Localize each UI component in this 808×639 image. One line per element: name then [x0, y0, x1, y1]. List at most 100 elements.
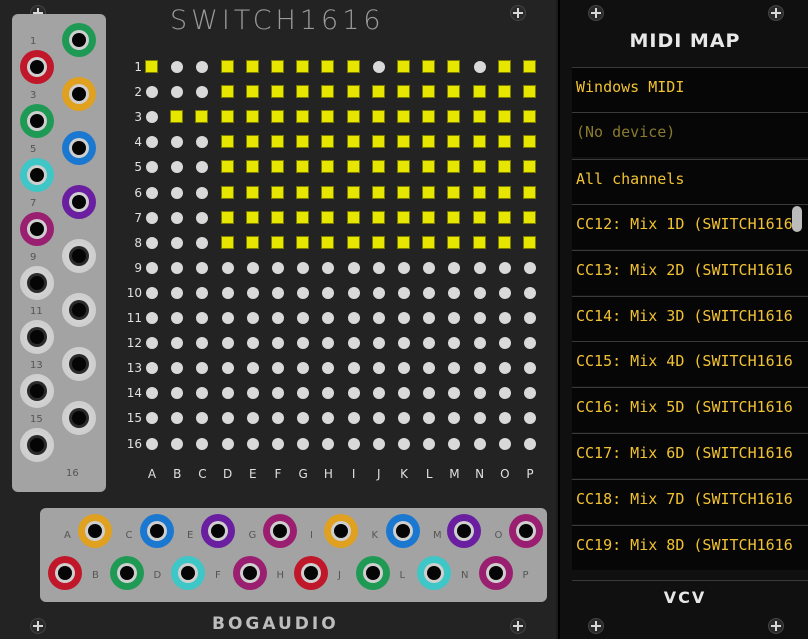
switch-cell-10N[interactable] — [473, 286, 486, 299]
switch-cell-7A[interactable] — [146, 211, 158, 224]
switch-cell-5D[interactable] — [221, 161, 233, 173]
switch-cell-10E[interactable] — [246, 286, 259, 299]
switch-cell-15B[interactable] — [171, 412, 184, 425]
switch-cell-5J[interactable] — [372, 161, 384, 173]
switch-cell-12P[interactable] — [524, 337, 536, 350]
switch-cell-16O[interactable] — [498, 437, 511, 450]
switch-cell-5F[interactable] — [272, 161, 283, 173]
switch-cell-15N[interactable] — [473, 412, 486, 425]
switch-cell-7G[interactable] — [297, 211, 309, 223]
input-jack-5[interactable] — [62, 131, 96, 165]
switch-cell-13D[interactable] — [221, 362, 234, 375]
switch-cell-13I[interactable] — [347, 362, 360, 375]
switch-cell-9C[interactable] — [196, 261, 209, 274]
switch-cell-2L[interactable] — [423, 86, 435, 98]
switch-cell-10H[interactable] — [322, 286, 335, 299]
switch-cell-2D[interactable] — [221, 86, 233, 98]
switch-cell-5N[interactable] — [473, 161, 485, 173]
output-jack-J[interactable] — [294, 556, 328, 590]
input-jack-11[interactable] — [62, 293, 96, 327]
input-jack-13[interactable] — [62, 347, 96, 381]
switch-cell-1O[interactable] — [498, 61, 510, 72]
switch-cell-4E[interactable] — [246, 136, 258, 148]
switch-cell-9D[interactable] — [221, 261, 234, 274]
switch-cell-3N[interactable] — [473, 111, 485, 123]
switch-cell-13J[interactable] — [372, 362, 385, 375]
switch-cell-7D[interactable] — [221, 211, 233, 223]
switch-cell-10C[interactable] — [196, 286, 209, 299]
switch-cell-8I[interactable] — [347, 236, 359, 248]
switch-cell-4L[interactable] — [423, 136, 435, 148]
switch-cell-9K[interactable] — [398, 261, 410, 274]
switch-cell-13C[interactable] — [196, 362, 209, 375]
switch-cell-9P[interactable] — [524, 261, 536, 274]
switch-cell-5E[interactable] — [246, 161, 258, 173]
switch-cell-1D[interactable] — [221, 61, 233, 72]
switch-cell-1E[interactable] — [246, 61, 258, 72]
switch-cell-11G[interactable] — [297, 312, 310, 324]
output-jack-H[interactable] — [232, 556, 267, 590]
switch-cell-15M[interactable] — [448, 412, 461, 425]
switch-cell-5G[interactable] — [297, 161, 309, 173]
switch-cell-2E[interactable] — [246, 86, 258, 98]
switch-cell-16H[interactable] — [322, 437, 335, 450]
switch-cell-13F[interactable] — [272, 362, 284, 375]
switch-cell-2O[interactable] — [498, 86, 510, 98]
output-jack-L[interactable] — [355, 556, 390, 590]
output-jack-E[interactable] — [201, 514, 235, 548]
switch-cell-8G[interactable] — [297, 236, 309, 248]
switch-cell-14P[interactable] — [524, 387, 536, 400]
switch-cell-13K[interactable] — [398, 362, 410, 375]
switch-cell-11E[interactable] — [246, 312, 259, 324]
switch-cell-13A[interactable] — [146, 362, 158, 375]
switch-cell-9H[interactable] — [322, 261, 335, 274]
midi-mapping-row[interactable]: CC19: Mix 8D (SWITCH1616 — [572, 524, 808, 570]
midi-mapping-row[interactable]: CC15: Mix 4D (SWITCH1616 — [572, 341, 808, 387]
switch-cell-1L[interactable] — [423, 61, 435, 72]
switch-cell-12F[interactable] — [272, 337, 284, 350]
switch-cell-4N[interactable] — [473, 136, 485, 148]
switch-cell-5M[interactable] — [448, 161, 460, 173]
switch-cell-16A[interactable] — [146, 437, 158, 450]
switch-cell-12E[interactable] — [246, 337, 259, 350]
switch-cell-13E[interactable] — [246, 362, 259, 375]
switch-cell-2A[interactable] — [146, 86, 158, 99]
switch-cell-14F[interactable] — [272, 387, 284, 400]
switch-cell-14A[interactable] — [146, 387, 158, 400]
switch-cell-8E[interactable] — [246, 236, 258, 248]
output-jack-N[interactable] — [417, 556, 451, 590]
switch-cell-4A[interactable] — [146, 136, 158, 149]
switch-cell-1I[interactable] — [347, 61, 359, 72]
switch-cell-15J[interactable] — [372, 412, 385, 425]
switch-cell-10M[interactable] — [448, 286, 461, 299]
switch-cell-16C[interactable] — [196, 437, 209, 450]
switch-cell-10F[interactable] — [272, 286, 284, 299]
output-jack-P[interactable] — [478, 556, 513, 590]
output-jack-F[interactable] — [171, 556, 205, 590]
switch-cell-8M[interactable] — [448, 236, 460, 248]
switch-cell-1G[interactable] — [297, 61, 309, 72]
switch-cell-4D[interactable] — [221, 136, 233, 148]
switch-cell-10L[interactable] — [423, 286, 436, 299]
switch-cell-13B[interactable] — [171, 362, 184, 375]
switch-cell-4P[interactable] — [524, 136, 535, 148]
switch-cell-6P[interactable] — [524, 186, 535, 198]
switch-cell-14N[interactable] — [473, 387, 486, 400]
switch-cell-14J[interactable] — [372, 387, 385, 400]
switch-cell-12H[interactable] — [322, 337, 335, 350]
input-jack-15[interactable] — [62, 401, 96, 435]
switch-cell-10J[interactable] — [372, 286, 385, 299]
switch-cell-2M[interactable] — [448, 86, 460, 98]
switch-cell-10K[interactable] — [398, 286, 410, 299]
switch-cell-6D[interactable] — [221, 186, 233, 198]
switch-cell-3A[interactable] — [146, 111, 158, 124]
switch-cell-6J[interactable] — [372, 186, 384, 198]
switch-cell-16G[interactable] — [297, 437, 310, 450]
switch-cell-15F[interactable] — [272, 412, 284, 425]
switch-cell-7I[interactable] — [347, 211, 359, 223]
switch-cell-12J[interactable] — [372, 337, 385, 350]
switch-cell-4M[interactable] — [448, 136, 460, 148]
switch-cell-16M[interactable] — [448, 437, 461, 450]
switch-cell-8A[interactable] — [146, 236, 158, 249]
switch-cell-6G[interactable] — [297, 186, 309, 198]
